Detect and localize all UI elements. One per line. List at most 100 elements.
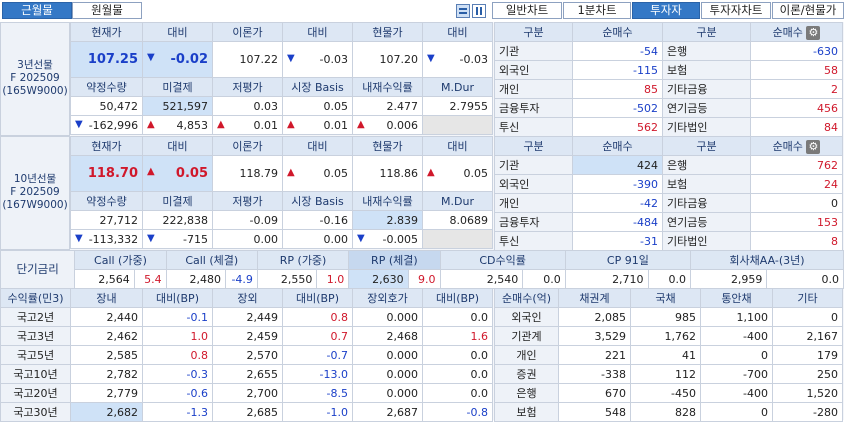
col-theory-chg: 대비	[282, 136, 353, 156]
otc-quote-bp: 0.0	[422, 364, 493, 384]
fut3-undervalue: 0.03	[212, 96, 283, 116]
col-theory: 이론가	[212, 136, 283, 156]
tab-near-month[interactable]: 근월물	[2, 2, 72, 19]
inv-name: 외국인	[494, 60, 573, 80]
bond-name: 국고5년	[0, 345, 71, 365]
net-other: 1,520	[772, 383, 843, 403]
col-theory: 이론가	[212, 22, 283, 42]
net-treasury: 112	[630, 364, 701, 384]
chart-button-investor[interactable]: 투자자	[632, 2, 700, 19]
otc-bp: -13.0	[282, 364, 353, 384]
layout-icon-1[interactable]	[456, 4, 470, 18]
table-row: 국고10년 2,782 -0.3 2,655 -13.0 0.000 0.0	[0, 364, 493, 384]
investor-name: 개인	[494, 345, 559, 365]
inv-name: 은행	[662, 41, 751, 61]
call-trade-rate: 2,480	[165, 269, 227, 289]
settings-gear-icon[interactable]: ⚙	[806, 26, 821, 40]
col-spot: 현물가	[352, 136, 423, 156]
fut10-oi-chg: ▼ -715	[142, 229, 213, 249]
inv-name: 연기금등	[662, 98, 751, 118]
inv-value: -484	[572, 212, 663, 232]
up-arrow-icon: ▲	[147, 166, 155, 177]
inv-name: 투신	[494, 117, 573, 137]
inv-name: 연기금등	[662, 212, 751, 232]
chart-button-1min[interactable]: 1분차트	[563, 2, 631, 19]
top-bar: 근월물 원월물 일반차트 1분차트 투자자 투자자차트 이론/현물가	[0, 0, 844, 22]
col-market-basis: 시장 Basis	[282, 77, 353, 97]
inv-col-type: 구분	[494, 22, 573, 42]
col-spot: 현물가	[352, 22, 423, 42]
bond-name: 국고30년	[0, 402, 71, 422]
otc-quote-bp: 0.0	[422, 345, 493, 365]
fut10-quote-table: 현재가 대비 이론가 대비 현물가 대비 118.70 ▲ 0.05 118.79…	[70, 136, 493, 249]
inv-value: -115	[572, 60, 663, 80]
corp-aa-chg: 0.0	[766, 269, 844, 289]
net-bond-total: 3,529	[558, 326, 631, 346]
cd-chg: 0.0	[522, 269, 566, 289]
table-row: 개인 221 41 0 179	[494, 345, 843, 365]
down-arrow-icon: ▼	[287, 53, 295, 64]
inv-value: 562	[572, 117, 663, 137]
fut10-market-basis: -0.16	[282, 210, 353, 230]
otc-quote: 0.000	[352, 383, 423, 403]
otc-quote: 0.000	[352, 345, 423, 365]
col-bond-total: 채권계	[558, 288, 631, 308]
net-other: 0	[772, 307, 843, 327]
down-arrow-icon: ▼	[75, 118, 83, 130]
down-arrow-icon: ▼	[147, 52, 155, 63]
cd-rate: 2,540	[439, 269, 524, 289]
chart-button-normal[interactable]: 일반차트	[492, 2, 562, 19]
fut10-basis-chg: 0.00	[282, 229, 353, 249]
inv-col-net2: 순매수 ⚙	[750, 22, 843, 42]
inv-name: 기관	[494, 155, 573, 175]
fut3-market-basis: 0.05	[282, 96, 353, 116]
yield-table: 수익률(민3) 장내 대비(BP) 장외 대비(BP) 장외호가 대비(BP) …	[0, 288, 493, 422]
bond-name: 국고10년	[0, 364, 71, 384]
col-implied-yield: 내재수익률	[352, 191, 423, 211]
inv-value: -390	[572, 174, 663, 194]
otc-yield: 2,700	[212, 383, 283, 403]
col-rp-weighted: RP (가중)	[256, 250, 350, 270]
col-onexch-bp: 대비(BP)	[142, 288, 213, 308]
col-open-interest: 미결제	[142, 77, 213, 97]
tab-far-month[interactable]: 원월물	[72, 2, 142, 19]
up-arrow-icon: ▲	[357, 118, 365, 130]
inv-value: -630	[750, 41, 843, 61]
down-arrow-icon: ▼	[75, 232, 83, 244]
inv-value: 85	[572, 79, 663, 99]
settings-gear-icon[interactable]: ⚙	[806, 140, 821, 154]
inv-name: 기타금융	[662, 193, 751, 213]
chart-button-theory-spot[interactable]: 이론/현물가	[772, 2, 844, 19]
fut3-month: F 202509	[10, 72, 60, 84]
net-treasury: -450	[630, 383, 701, 403]
onexch-yield: 2,682	[70, 402, 143, 422]
investor-name: 증권	[494, 364, 559, 384]
fut3-spot-chg: ▼ -0.03	[422, 41, 493, 78]
otc-quote-bp: 1.6	[422, 326, 493, 346]
inv-col-type2: 구분	[662, 136, 751, 156]
onexch-yield: 2,779	[70, 383, 143, 403]
otc-quote-bp: -0.8	[422, 402, 493, 422]
col-call-trade: Call (체결)	[165, 250, 258, 270]
net-msb: -400	[700, 383, 773, 403]
chart-button-investor-chart[interactable]: 투자자차트	[701, 2, 771, 19]
table-row: 기관 424 은행 762	[494, 155, 843, 175]
table-row: 보험 548 828 0 -280	[494, 402, 843, 422]
col-mdur: M.Dur	[422, 77, 493, 97]
fut10-current: 118.70	[70, 155, 143, 192]
fut10-code: (167W9000)	[2, 199, 68, 211]
col-yield: 수익률(민3)	[0, 288, 71, 308]
layout-icon-2[interactable]	[472, 4, 486, 18]
net-msb: 0	[700, 402, 773, 422]
fut3-spot: 107.20	[352, 41, 423, 78]
fut10-label: 10년선물 F 202509 (167W9000)	[0, 136, 70, 250]
down-arrow-icon: ▼	[427, 53, 435, 64]
corp-aa-rate: 2,959	[690, 269, 768, 289]
net-other: 250	[772, 364, 843, 384]
inv-name: 외국인	[494, 174, 573, 194]
table-row: 국고20년 2,779 -0.6 2,700 -8.5 0.000 0.0	[0, 383, 493, 403]
table-row: 개인 -42 기타금융 0	[494, 193, 843, 213]
inv-name: 투신	[494, 231, 573, 251]
onexch-bp: -0.6	[142, 383, 213, 403]
net-treasury: 41	[630, 345, 701, 365]
